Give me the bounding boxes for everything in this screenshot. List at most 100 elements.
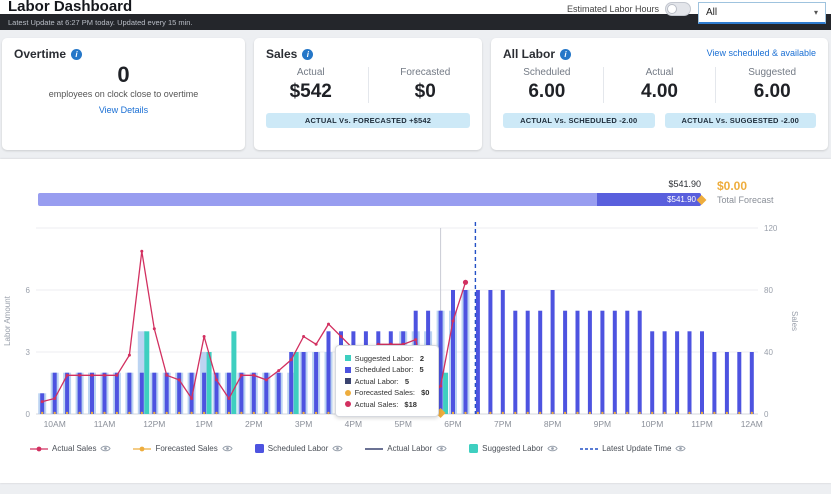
tooltip-marker [344,366,351,373]
toggle-visibility-eye-icon[interactable] [547,444,558,453]
x-axis-tick: 9PM [594,419,611,429]
tooltip-marker [344,389,351,396]
labor-scheduled-label: Scheduled [523,67,571,78]
toggle-knob [667,3,677,14]
tooltip-row: Forecasted Sales: $0 [344,388,430,397]
x-axis-tick: 5PM [394,419,411,429]
tooltip-row: Scheduled Labor: 5 [344,365,430,374]
tooltip-label: Suggested Labor: [354,353,416,363]
sales-forecasted-label: Forecasted [400,67,451,78]
info-icon[interactable]: i [302,48,314,60]
chevron-down-icon: ▾ [813,8,818,17]
labor-suggested-badge: ACTUAL Vs. SUGGESTED -2.00 [664,113,816,128]
right-axis-tick: 40 [764,348,773,357]
x-axis-tick: 12AM [741,419,763,429]
right-axis-title: Sales [790,311,799,331]
overtime-description: employees on clock close to overtime [48,89,199,99]
labor-suggested-label: Suggested [748,67,797,78]
estimated-labor-hours-toggle[interactable] [665,2,691,16]
sales-actual-value: $542 [289,81,332,102]
summary-cards-row: Overtime i 0 employees on clock close to… [0,30,831,150]
legend-label: Actual Labor [387,444,433,453]
legend-label: Scheduled Labor [267,444,329,453]
x-axis-tick: 10AM [44,419,66,429]
left-axis-tick: 3 [26,348,31,357]
sales-card-title: Sales [266,47,298,61]
labor-actual-column: Actual 4.00 [602,67,716,103]
legend-marker [254,444,264,453]
x-axis-tick: 6PM [444,419,461,429]
location-filter-dropdown[interactable]: All ▾ [698,2,826,24]
legend-label: Latest Update Time [602,444,672,453]
legend-item: Actual Labor [365,444,447,453]
sales-actual-column: Actual $542 [254,67,368,103]
legend-item: Actual Sales [30,444,112,453]
tooltip-marker [344,401,351,407]
total-forecast-block: $0.00 Total Forecast [701,179,821,205]
labor-scheduled-column: Scheduled 6.00 [491,67,603,103]
labor-scheduled-value: 6.00 [528,81,566,102]
labor-dashboard-page: Labor Dashboard Latest Update at 6:27 PM… [0,0,831,494]
overtime-card: Overtime i 0 employees on clock close to… [2,38,245,150]
legend-label: Actual Sales [52,444,97,453]
view-details-link[interactable]: View Details [99,105,148,115]
tooltip-row: Actual Labor: 5 [344,376,430,386]
sales-actual-label: Actual [296,67,325,78]
tooltip-marker [344,355,351,361]
eye-icon [100,445,112,452]
tooltip-marker [344,378,351,384]
x-axis-tick: 11AM [94,419,116,429]
legend-label: Forecasted Sales [155,444,218,453]
toggle-visibility-eye-icon[interactable] [436,444,447,453]
left-axis-tick: 0 [26,410,31,419]
total-forecast-amount: $0.00 [717,179,748,193]
tooltip-label: Actual Sales: [354,399,401,409]
x-axis-tick: 3PM [295,419,312,429]
x-axis-tick: 12PM [143,419,165,429]
toggle-visibility-eye-icon[interactable] [222,444,233,453]
tooltip-row: Actual Sales: $18 [344,399,430,409]
x-axis-tick: 11PM [691,419,713,429]
page-title: Labor Dashboard [8,0,133,15]
info-icon[interactable]: i [560,48,572,60]
all-labor-card-title: All Labor [503,47,556,61]
sales-card: Sales i Actual $542 Forecasted $0 ACTUAL… [254,38,482,150]
x-axis-tick: 10PM [641,419,663,429]
forecast-progress-value: $541.90 [667,195,696,204]
legend-item: Scheduled Labor [254,444,344,453]
eye-icon [332,445,343,452]
tooltip-value: $0 [421,388,430,397]
chart-legend: Actual Sales Forecasted Sales Scheduled La… [0,444,831,453]
overtime-value: 0 [117,62,130,87]
right-axis-tick: 120 [764,224,778,233]
right-axis-tick: 0 [764,410,769,419]
view-scheduled-available-link[interactable]: View scheduled & available [707,48,816,58]
sales-forecasted-value: $0 [414,81,436,102]
filter-selected-value: All [706,7,718,18]
x-axis-tick: 2PM [245,419,262,429]
eye-icon [222,445,233,452]
forecast-progress-segment: $541.90 [596,193,701,206]
all-labor-card: All Labor i View scheduled & available S… [491,38,828,150]
labor-actual-label: Actual [645,67,674,78]
tooltip-value: 5 [419,365,424,374]
last-update-text: Latest Update at 6:27 PM today. Updated … [8,17,193,27]
labor-chart-panel: $541.90 $541.90 $0.00 Total Forecast 0 3 6… [0,159,831,483]
right-axis-tick: 80 [764,286,773,295]
overtime-card-title: Overtime [14,47,67,61]
eye-icon [675,445,687,452]
sales-forecasted-column: Forecasted $0 [367,67,483,103]
legend-marker [580,447,599,450]
labor-suggested-value: 6.00 [753,81,791,102]
tooltip-row: Suggested Labor: 2 [344,353,430,363]
info-icon[interactable]: i [71,48,83,60]
left-axis-title: Labor Amount [3,295,12,346]
toggle-visibility-eye-icon[interactable] [100,444,112,453]
eye-icon [436,445,447,452]
tooltip-label: Scheduled Labor: [354,365,416,374]
toggle-visibility-eye-icon[interactable] [675,444,687,453]
estimated-labor-hours-control: Estimated Labor Hours [567,2,691,16]
labor-actual-value: 4.00 [641,81,678,102]
tooltip-value: 5 [404,376,410,386]
toggle-visibility-eye-icon[interactable] [332,444,343,453]
